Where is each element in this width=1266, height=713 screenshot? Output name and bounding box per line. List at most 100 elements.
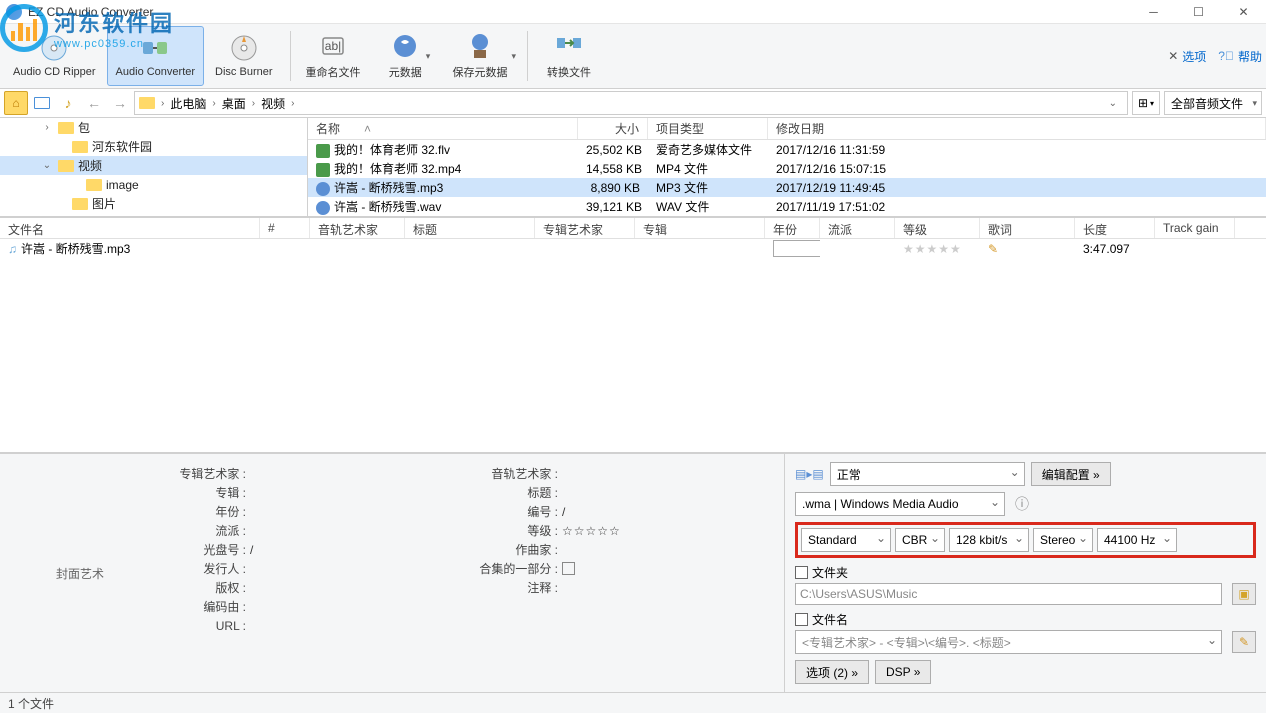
tree-item[interactable]: 图片 [0, 194, 307, 213]
field-label: 编码由 : [150, 598, 250, 615]
file-row[interactable]: 我的！体育老师 32.mp414,558 KBMP4 文件2017/12/16 … [308, 159, 1266, 178]
close-button[interactable]: ✕ [1221, 0, 1266, 24]
rating-stars[interactable]: ★★★★★ [895, 242, 980, 256]
cover-art-box[interactable]: 封面艺术 [40, 464, 120, 682]
info-icon[interactable]: ⓘ [1015, 494, 1029, 514]
metadata-field[interactable]: 版权 : [150, 578, 462, 597]
breadcrumb-seg[interactable]: 视频 [257, 95, 289, 112]
metadata-field[interactable]: 合集的一部分 : [462, 559, 774, 578]
col-type[interactable]: 项目类型 [648, 118, 768, 139]
compilation-checkbox[interactable] [562, 562, 575, 575]
encoder-param-select[interactable]: Standard [801, 528, 891, 552]
chevron-down-icon: ▾ [426, 51, 431, 62]
metadata-field[interactable]: 等级 :☆☆☆☆☆ [462, 521, 774, 540]
mode-select[interactable]: 正常 [830, 462, 1025, 486]
queue-col-header[interactable]: 年份 [765, 218, 820, 238]
queue-col-header[interactable]: 等级 [895, 218, 980, 238]
metadata-field[interactable]: 注释 : [462, 578, 774, 597]
edit-icon: ✎ [1239, 635, 1249, 649]
filename-pattern-select[interactable]: <专辑艺术家> - <专辑>\<编号>. <标题> [795, 630, 1222, 654]
status-text: 1 个文件 [8, 695, 54, 712]
queue-col-header[interactable]: 专辑 [635, 218, 765, 238]
audio-cd-ripper-button[interactable]: Audio CD Ripper [4, 26, 105, 86]
breadcrumb-seg[interactable]: 此电脑 [166, 95, 210, 112]
encoder-param-select[interactable]: 44100 Hz [1097, 528, 1177, 552]
maximize-button[interactable]: ☐ [1176, 0, 1221, 24]
rename-files-button[interactable]: ab| 重命名文件 [297, 26, 370, 86]
metadata-field[interactable]: 流派 : [150, 521, 462, 540]
options-link[interactable]: ✕ 选项 [1168, 48, 1206, 65]
col-name[interactable]: 名称 [308, 118, 578, 139]
edit-config-button[interactable]: 编辑配置 » [1031, 462, 1111, 486]
breadcrumb-path[interactable]: › 此电脑 › 桌面 › 视频 › ⌄ [134, 91, 1128, 115]
home-button[interactable]: ⌂ [4, 91, 28, 115]
folder-icon [86, 179, 102, 191]
year-input[interactable] [773, 240, 820, 257]
metadata-field[interactable]: 光盘号 :/ [150, 540, 462, 559]
metadata-field[interactable]: 年份 : [150, 502, 462, 521]
queue-col-header[interactable]: 文件名 [0, 218, 260, 238]
file-row[interactable]: 许嵩 - 断桥残雪.mp38,890 KBMP3 文件2017/12/19 11… [308, 178, 1266, 197]
queue-col-header[interactable]: 流派 [820, 218, 895, 238]
music-button[interactable]: ♪ [56, 91, 80, 115]
options-button[interactable]: 选项 (2) » [795, 660, 869, 684]
encoder-param-select[interactable]: Stereo [1033, 528, 1093, 552]
metadata-field[interactable]: 编号 :/ [462, 502, 774, 521]
metadata-field[interactable]: 专辑艺术家 : [150, 464, 462, 483]
view-mode-button[interactable]: ⊞▾ [1132, 91, 1160, 115]
encoder-param-select[interactable]: 128 kbit/s [949, 528, 1029, 552]
tree-item[interactable]: image [0, 175, 307, 194]
queue-col-header[interactable]: 长度 [1075, 218, 1155, 238]
file-row[interactable]: 我的！体育老师 32.flv25,502 KB爱奇艺多媒体文件2017/12/1… [308, 140, 1266, 159]
queue-list[interactable]: ♫许嵩 - 断桥残雪.mp3 ★★★★★ ✎ 3:47.097 [0, 239, 1266, 453]
breadcrumb-seg[interactable]: 桌面 [218, 95, 250, 112]
field-label: 标题 : [462, 484, 562, 501]
metadata-button[interactable]: 元数据 ▾ [372, 26, 442, 86]
chevron-down-icon[interactable]: ⌄ [1103, 98, 1123, 109]
nav-forward-button[interactable]: → [108, 91, 132, 115]
metadata-field[interactable]: URL : [150, 616, 462, 635]
file-row[interactable]: 许嵩 - 断桥残雪.wav39,121 KBWAV 文件2017/11/19 1… [308, 197, 1266, 216]
format-select[interactable]: .wma | Windows Media Audio [795, 492, 1005, 516]
queue-col-header[interactable]: 标题 [405, 218, 535, 238]
metadata-field[interactable]: 专辑 : [150, 483, 462, 502]
queue-col-header[interactable]: 音轨艺术家 [310, 218, 405, 238]
metadata-field[interactable]: 标题 : [462, 483, 774, 502]
tree-item[interactable]: ⌄视频 [0, 156, 307, 175]
metadata-field[interactable]: 编码由 : [150, 597, 462, 616]
filename-checkbox[interactable]: 文件名 [795, 611, 1256, 628]
metadata-field[interactable]: 发行人 : [150, 559, 462, 578]
col-size[interactable]: 大小 [578, 118, 648, 139]
disc-burner-button[interactable]: Disc Burner [206, 26, 281, 86]
computer-button[interactable] [30, 91, 54, 115]
folder-tree[interactable]: ›包河东软件园⌄视频image图片 [0, 118, 308, 216]
audio-converter-button[interactable]: Audio Converter [107, 26, 205, 86]
queue-col-header[interactable]: # [260, 218, 310, 238]
nav-back-button[interactable]: ← [82, 91, 106, 115]
queue-col-header[interactable]: Track gain [1155, 218, 1235, 238]
queue-header: 文件名#音轨艺术家标题专辑艺术家专辑年份流派等级歌词长度Track gain [0, 217, 1266, 239]
edit-pattern-button[interactable]: ✎ [1232, 631, 1256, 653]
browse-folder-button[interactable]: ▣ [1232, 583, 1256, 605]
help-link[interactable]: ?⃝ 帮助 [1218, 48, 1262, 65]
metadata-field[interactable]: 作曲家 : [462, 540, 774, 559]
file-list[interactable]: 我的！体育老师 32.flv25,502 KB爱奇艺多媒体文件2017/12/1… [308, 140, 1266, 216]
convert-files-button[interactable]: 转换文件 [534, 26, 604, 86]
col-date[interactable]: 修改日期 [768, 118, 1266, 139]
dsp-button[interactable]: DSP » [875, 660, 931, 684]
folder-checkbox[interactable]: 文件夹 [795, 564, 1256, 581]
save-metadata-button[interactable]: 保存元数据 ▾ [444, 26, 520, 86]
home-icon: ⌂ [12, 96, 19, 110]
edit-lyrics-icon[interactable]: ✎ [988, 242, 998, 256]
queue-row[interactable]: ♫许嵩 - 断桥残雪.mp3 ★★★★★ ✎ 3:47.097 [0, 239, 1266, 258]
file-filter-select[interactable]: 全部音频文件 [1164, 91, 1262, 115]
tree-item[interactable]: 河东软件园 [0, 137, 307, 156]
tree-item[interactable]: ›包 [0, 118, 307, 137]
metadata-field[interactable]: 音轨艺术家 : [462, 464, 774, 483]
queue-col-header[interactable]: 歌词 [980, 218, 1075, 238]
output-folder-input[interactable] [795, 583, 1222, 605]
minimize-button[interactable]: ─ [1131, 0, 1176, 24]
rating-stars[interactable]: ☆☆☆☆☆ [562, 524, 621, 538]
encoder-param-select[interactable]: CBR [895, 528, 945, 552]
queue-col-header[interactable]: 专辑艺术家 [535, 218, 635, 238]
